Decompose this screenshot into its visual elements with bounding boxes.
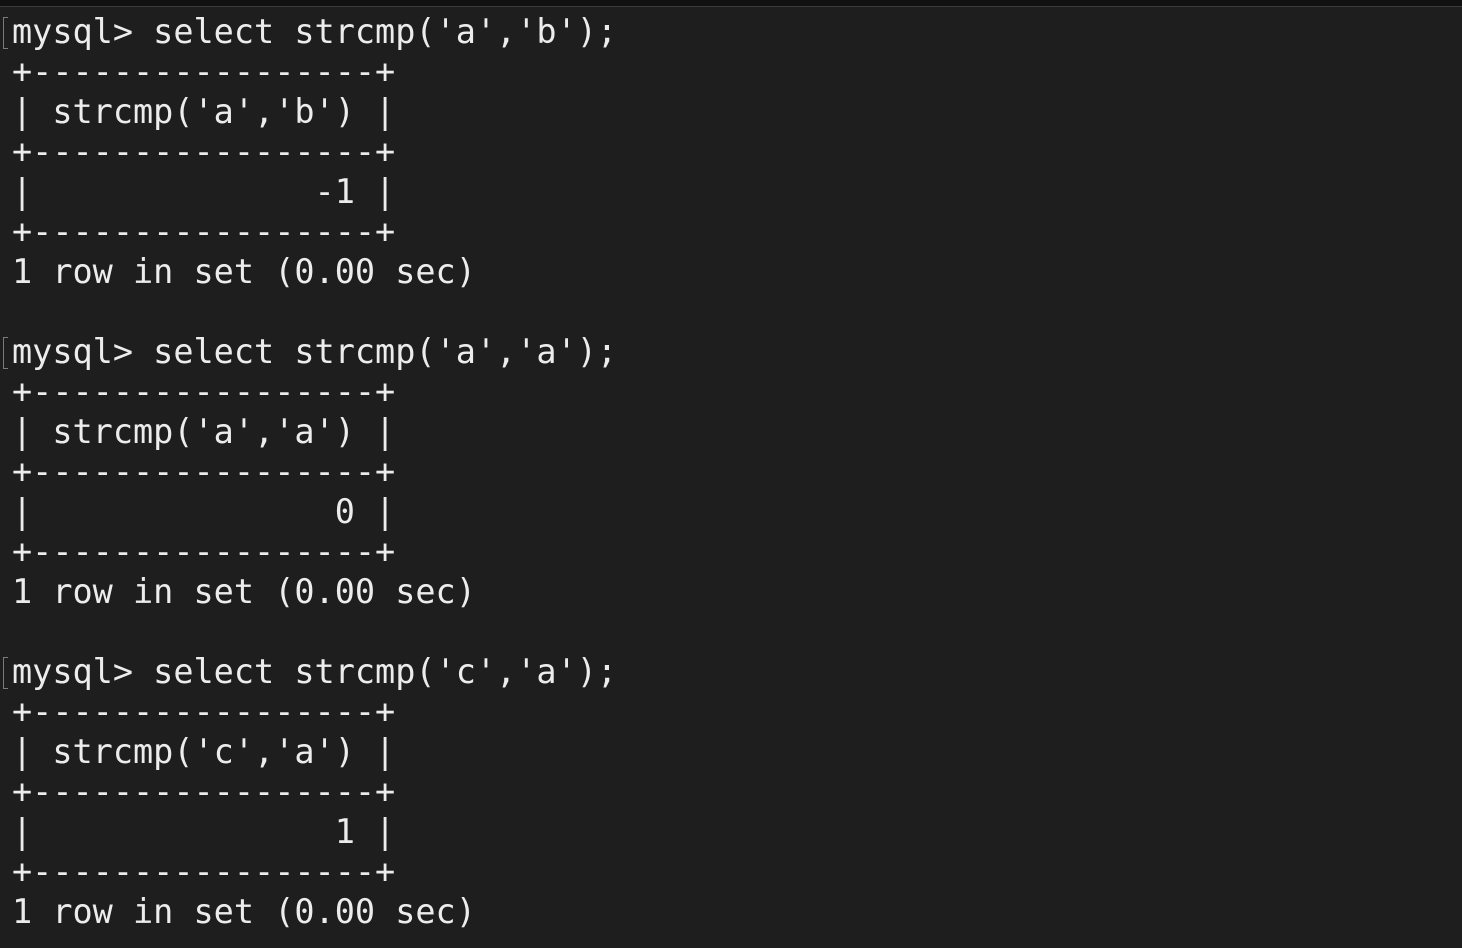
command-prompt-line: mysql> select strcmp('a','a'); [12, 332, 618, 371]
table-data-row: | 0 | [12, 492, 396, 531]
table-data-row: | 1 | [12, 812, 396, 851]
command-prompt-line: mysql> select strcmp('c','a'); [12, 652, 618, 691]
table-border-top: +-----------------+ [12, 372, 396, 411]
prompt-mark [3, 17, 8, 49]
command-prompt-line: mysql> select strcmp('a','b'); [12, 12, 618, 51]
table-border-bottom: +-----------------+ [12, 212, 396, 251]
table-border-mid: +-----------------+ [12, 772, 396, 811]
prompt-mark [3, 657, 8, 689]
table-header-row: | strcmp('a','b') | [12, 92, 396, 131]
table-border-bottom: +-----------------+ [12, 852, 396, 891]
table-header-row: | strcmp('c','a') | [12, 732, 396, 771]
result-summary: 1 row in set (0.00 sec) [12, 572, 476, 611]
result-summary: 1 row in set (0.00 sec) [12, 892, 476, 931]
table-border-top: +-----------------+ [12, 692, 396, 731]
window-top-edge [0, 0, 1462, 7]
table-border-bottom: +-----------------+ [12, 532, 396, 571]
table-data-row: | -1 | [12, 172, 396, 211]
result-summary: 1 row in set (0.00 sec) [12, 252, 476, 291]
prompt-mark [3, 337, 8, 369]
terminal-output[interactable]: mysql> select strcmp('a','b'); +--------… [0, 8, 1462, 948]
table-border-top: +-----------------+ [12, 52, 396, 91]
table-border-mid: +-----------------+ [12, 132, 396, 171]
table-header-row: | strcmp('a','a') | [12, 412, 396, 451]
table-border-mid: +-----------------+ [12, 452, 396, 491]
